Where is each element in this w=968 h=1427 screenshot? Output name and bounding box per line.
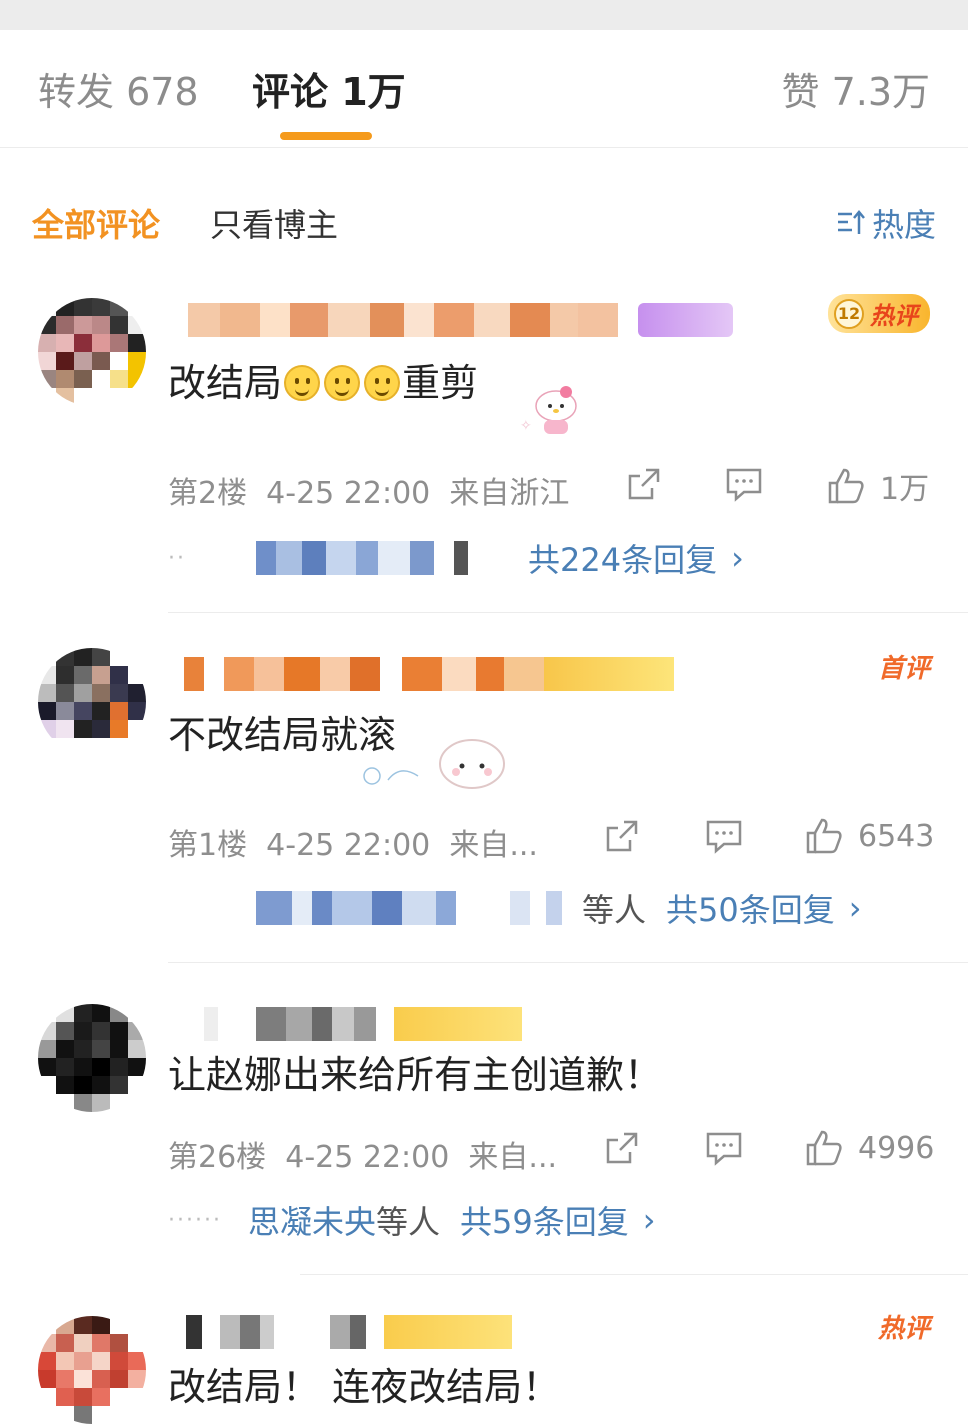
share-icon bbox=[606, 1132, 638, 1164]
tab-repost[interactable]: 转发 678 bbox=[38, 68, 199, 116]
avatar[interactable] bbox=[38, 298, 146, 406]
username-obscured[interactable] bbox=[168, 1312, 512, 1352]
sort-icon bbox=[837, 210, 865, 234]
divider bbox=[168, 612, 968, 613]
smile-emoji-icon bbox=[324, 365, 361, 401]
hello-kitty-sticker-icon: ✧ bbox=[520, 386, 577, 434]
comment-icon bbox=[726, 468, 762, 502]
reply-button[interactable] bbox=[724, 464, 764, 504]
thumbs-up-icon bbox=[806, 1130, 842, 1166]
comment-item: 让赵娜出来给所有主创道歉！ 第26楼 4-25 22:00 来自... 4996… bbox=[0, 990, 968, 1280]
like-count: 6543 bbox=[858, 818, 935, 854]
level-badge-icon: 12 bbox=[834, 298, 864, 329]
comment-meta: 第1楼 4-25 22:00 来自... bbox=[168, 828, 538, 863]
like-button[interactable]: 4996 bbox=[804, 1128, 934, 1168]
comment-filter-bar: 全部评论 只看博主 热度 bbox=[0, 170, 968, 270]
repost-button[interactable] bbox=[624, 464, 664, 504]
repost-button[interactable] bbox=[602, 816, 642, 856]
comment-icon bbox=[706, 1132, 742, 1166]
avatar[interactable] bbox=[38, 1316, 146, 1424]
svg-text:✧: ✧ bbox=[520, 418, 532, 434]
tab-comments[interactable]: 评论 1万 bbox=[252, 68, 406, 116]
repost-button[interactable] bbox=[602, 1128, 642, 1168]
divider bbox=[168, 962, 968, 963]
thumbs-up-icon bbox=[806, 818, 842, 854]
reply-others-label: 等人 bbox=[582, 891, 647, 929]
replier-names-obscured bbox=[256, 541, 468, 575]
chevron-right-icon: › bbox=[731, 539, 744, 577]
reply-count-link[interactable]: 共59条回复 bbox=[460, 1197, 629, 1243]
reply-button[interactable] bbox=[704, 1128, 744, 1168]
replier-name[interactable]: 思凝未央 bbox=[248, 1197, 376, 1243]
filter-all-comments[interactable]: 全部评论 bbox=[32, 200, 160, 246]
reply-count-link[interactable]: 共224条回复 bbox=[528, 535, 717, 581]
tab-bar: 转发 678 评论 1万 赞 7.3万 bbox=[0, 30, 968, 148]
share-icon bbox=[606, 820, 638, 852]
sort-button[interactable]: 热度 bbox=[836, 200, 936, 246]
reply-dots: ······ bbox=[168, 1207, 222, 1233]
username-obscured[interactable] bbox=[168, 300, 733, 340]
tab-likes[interactable]: 赞 7.3万 bbox=[781, 68, 930, 116]
comment-meta: 第2楼 4-25 22:00 来自浙江 bbox=[168, 476, 570, 511]
sort-label: 热度 bbox=[871, 206, 936, 244]
reply-count-link[interactable]: 共50条回复 bbox=[666, 885, 835, 931]
smile-emoji-icon bbox=[364, 365, 401, 401]
thumbs-up-icon bbox=[828, 468, 864, 504]
comment-item: 12 热评 改结局 重剪 ✧ 第2楼 4-25 22:00 来自浙江 1万 ·· … bbox=[0, 290, 968, 620]
hot-comment-badge: 12 热评 bbox=[828, 294, 930, 333]
reply-summary[interactable]: ·· 共224条回复 › bbox=[168, 536, 744, 580]
comment-text: 改结局 重剪 bbox=[168, 361, 479, 405]
like-count: 1万 bbox=[880, 472, 930, 507]
like-button[interactable]: 1万 bbox=[826, 464, 929, 508]
avatar[interactable] bbox=[38, 648, 146, 756]
chevron-right-icon: › bbox=[848, 889, 862, 927]
reply-summary[interactable]: ······ 思凝未央 等人 共59条回复 › bbox=[168, 1198, 656, 1242]
username-obscured[interactable] bbox=[168, 1004, 522, 1044]
reply-dots: ·· bbox=[168, 545, 186, 571]
active-tab-indicator bbox=[280, 132, 372, 140]
dumpling-sticker-icon bbox=[363, 739, 505, 789]
username-obscured[interactable] bbox=[168, 654, 674, 694]
reply-button[interactable] bbox=[704, 816, 744, 856]
first-comment-badge: 首评 bbox=[877, 654, 930, 684]
filter-blogger-only[interactable]: 只看博主 bbox=[210, 200, 338, 246]
reply-others-label: 等人 bbox=[375, 1203, 440, 1241]
comment-text: 改结局！ 连夜改结局！ bbox=[168, 1365, 561, 1409]
comment-meta: 第26楼 4-25 22:00 来自... bbox=[168, 1140, 558, 1175]
like-count: 4996 bbox=[858, 1130, 935, 1166]
comment-item: 首评 不改结局就滚 第1楼 4-25 22:00 来自... 6543 等人 共… bbox=[0, 640, 968, 970]
comment-text: 让赵娜出来给所有主创道歉！ bbox=[168, 1053, 663, 1097]
like-button[interactable]: 6543 bbox=[804, 816, 934, 856]
avatar[interactable] bbox=[38, 1004, 146, 1112]
replier-names-obscured bbox=[256, 891, 562, 925]
hot-comment-badge: 热评 bbox=[877, 1314, 930, 1344]
share-icon bbox=[628, 468, 660, 500]
comment-item: 热评 改结局！ 连夜改结局！ bbox=[0, 1300, 968, 1427]
divider bbox=[300, 1274, 968, 1275]
reply-summary[interactable]: 等人 共50条回复 › bbox=[256, 886, 862, 930]
smile-emoji-icon bbox=[284, 365, 321, 401]
comment-icon bbox=[706, 820, 742, 854]
chevron-right-icon: › bbox=[642, 1201, 656, 1239]
status-strip bbox=[0, 0, 968, 30]
